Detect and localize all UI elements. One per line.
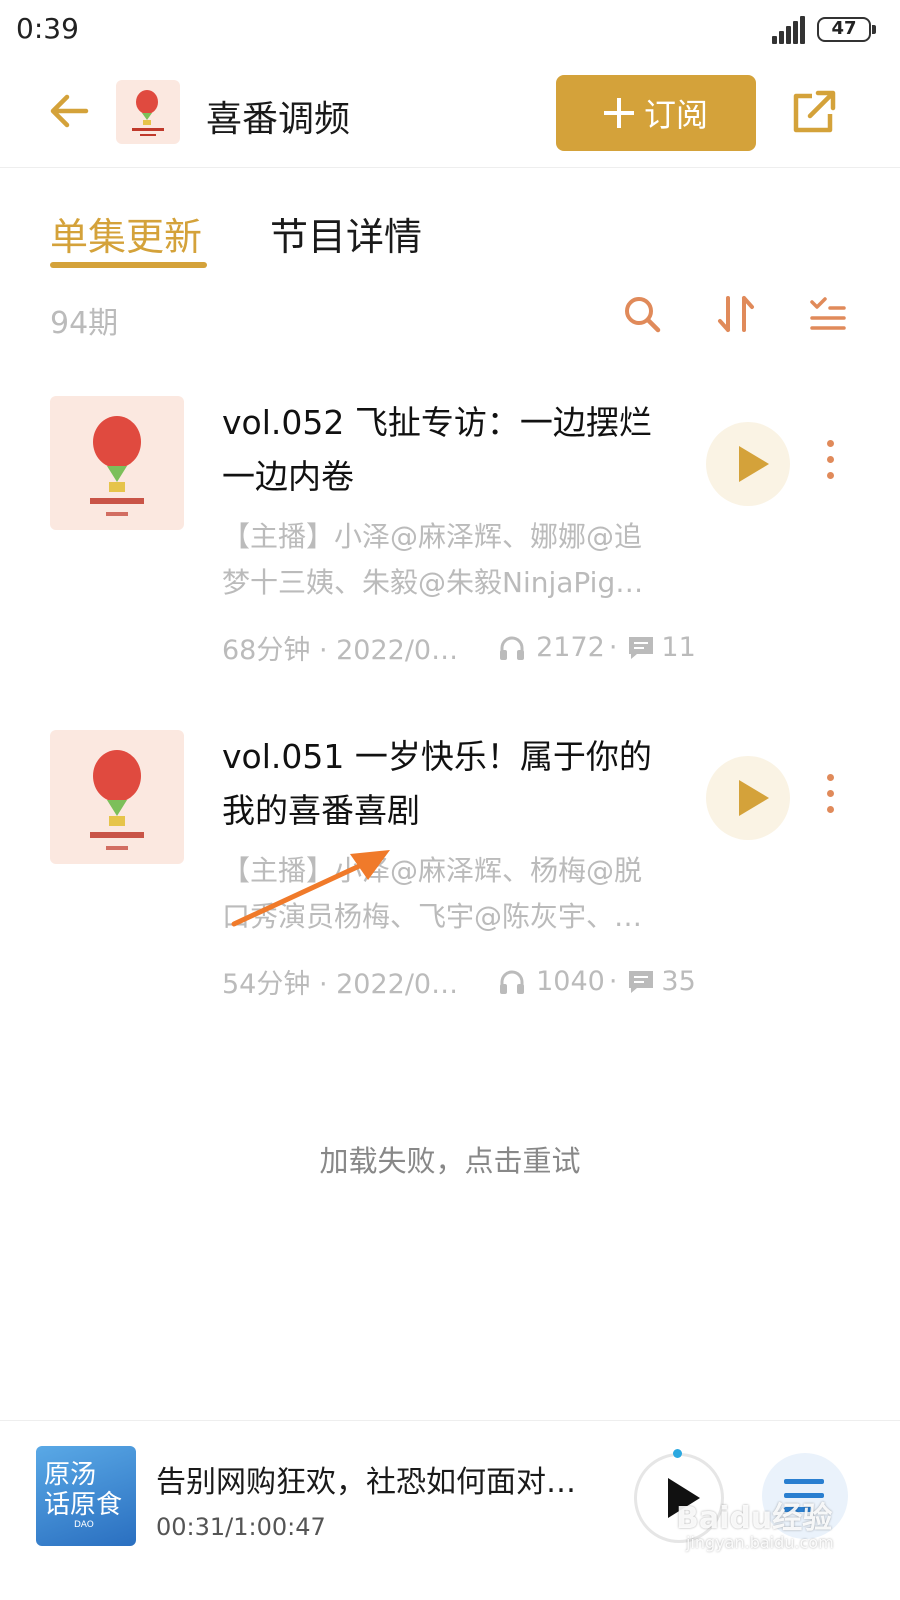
watermark-url: jingyan.baidu.com	[686, 1533, 834, 1552]
episode-hosts-line: 【主播】小泽@麻泽辉、娜娜@追	[222, 520, 643, 553]
search-icon[interactable]	[622, 294, 662, 334]
episode-duration-date: 68分钟 · 2022/0…	[222, 635, 459, 666]
more-options-icon[interactable]	[824, 774, 836, 814]
episode-meta: 54分钟 · 2022/0… 1040 · 35	[222, 962, 696, 1001]
balloon-logo-icon	[90, 416, 144, 516]
comment-icon	[629, 970, 654, 993]
subscribe-label: 订阅	[643, 96, 708, 134]
cover-mark: DAO	[74, 1520, 94, 1530]
share-icon[interactable]	[790, 88, 838, 136]
episode-play-count: 1040	[536, 966, 605, 997]
progress-indicator	[673, 1449, 682, 1458]
now-playing-cover: 原汤 话原食 DAO	[36, 1446, 136, 1546]
load-failed-retry[interactable]: 加载失败，点击重试	[0, 1138, 900, 1180]
more-options-icon[interactable]	[824, 440, 836, 480]
back-arrow-icon[interactable]	[46, 88, 92, 134]
batch-select-icon[interactable]	[808, 294, 848, 334]
episode-play-button[interactable]	[706, 756, 790, 840]
episode-cover	[50, 396, 184, 530]
episode-title[interactable]: vol.052 飞扯专访：一边摆烂一边内卷	[222, 396, 682, 504]
now-playing-title[interactable]: 告别网购狂欢，社恐如何面对…	[156, 1457, 576, 1501]
status-bar: 0:39 47	[0, 0, 900, 60]
annotation-arrow-icon	[231, 850, 390, 927]
episode-cover	[50, 730, 184, 864]
episode-comment-count: 11	[661, 632, 696, 663]
headphone-icon	[500, 970, 525, 994]
episode-play-count: 2172	[536, 632, 605, 663]
sort-icon[interactable]	[716, 294, 756, 334]
episode-meta: 68分钟 · 2022/0… 2172 · 11	[222, 628, 696, 667]
episode-play-button[interactable]	[706, 422, 790, 506]
channel-title: 喜番调频	[206, 99, 351, 140]
episode-item[interactable]: vol.052 飞扯专访：一边摆烂一边内卷 【主播】小泽@麻泽辉、娜娜@追 梦十…	[0, 396, 900, 696]
subscribe-button[interactable]: 订阅	[556, 75, 756, 151]
mini-player[interactable]: 原汤 话原食 DAO 告别网购狂欢，社恐如何面对… 00:31/1:00:47 …	[0, 1420, 900, 1600]
plus-icon	[603, 98, 634, 128]
balloon-logo-icon	[90, 750, 144, 850]
tab-episodes[interactable]: 单集更新	[50, 206, 202, 261]
tab-details[interactable]: 节目详情	[270, 206, 422, 261]
episode-hosts-line: 梦十三姨、朱毅@朱毅NinjaPig…	[222, 566, 644, 599]
tab-active-indicator	[50, 262, 207, 268]
balloon-logo-icon	[132, 90, 164, 136]
episode-comment-count: 35	[661, 966, 696, 997]
episode-hosts: 【主播】小泽@麻泽辉、娜娜@追 梦十三姨、朱毅@朱毅NinjaPig…	[222, 514, 672, 606]
episode-item[interactable]: vol.051 一岁快乐！属于你的我的喜番喜剧 【主播】小泽@麻泽辉、杨梅@脱 …	[0, 730, 900, 1030]
episode-count: 94期	[50, 306, 119, 341]
battery-icon: 47	[817, 17, 876, 42]
now-playing-time: 00:31/1:00:47	[156, 1513, 326, 1541]
episode-title[interactable]: vol.051 一岁快乐！属于你的我的喜番喜剧	[222, 730, 682, 838]
top-bar: 喜番调频 订阅	[0, 60, 900, 168]
signal-icon	[772, 16, 806, 44]
headphone-icon	[500, 636, 525, 660]
watermark: Baidu经验	[676, 1501, 833, 1536]
status-time: 0:39	[16, 12, 79, 45]
channel-logo	[116, 80, 180, 144]
episode-duration-date: 54分钟 · 2022/0…	[222, 969, 459, 1000]
cover-text: 原汤	[44, 1460, 97, 1490]
comment-icon	[629, 636, 654, 659]
